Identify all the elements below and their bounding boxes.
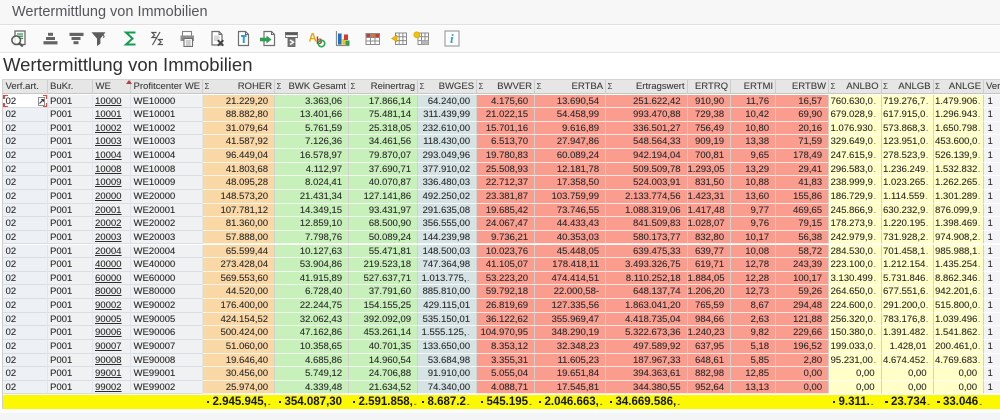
svg-text:i: i [450,31,454,46]
